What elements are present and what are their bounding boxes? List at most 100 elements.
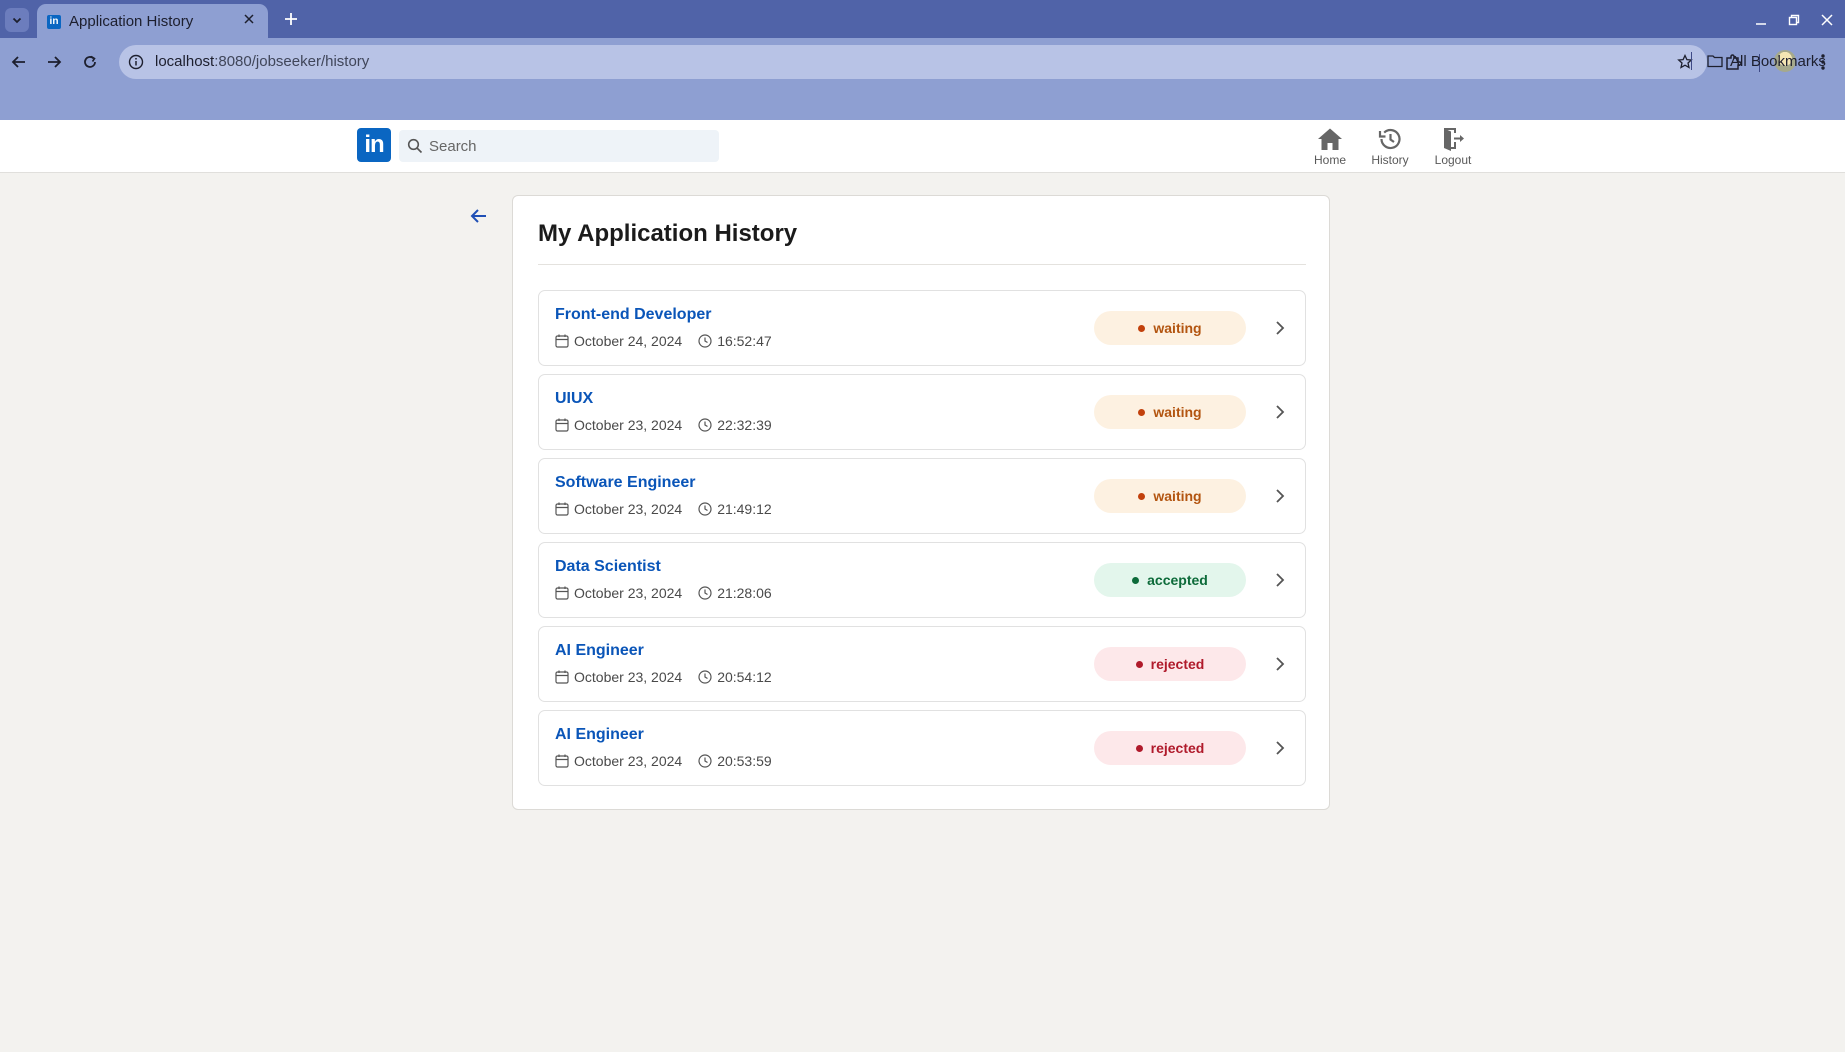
clock-icon — [698, 586, 712, 600]
status-label: rejected — [1150, 656, 1205, 672]
window-close-button[interactable] — [1816, 9, 1838, 31]
application-date: October 23, 2024 — [574, 501, 683, 517]
folder-icon — [1707, 55, 1723, 68]
status-label: waiting — [1153, 404, 1202, 420]
linkedin-favicon-icon: in — [47, 15, 61, 29]
clock-icon — [698, 418, 712, 432]
application-row[interactable]: AI Engineer October 23, 2024 20:54:12 re… — [538, 626, 1306, 702]
application-time: 20:54:12 — [717, 669, 772, 685]
close-icon — [1821, 14, 1833, 26]
window-minimize-button[interactable] — [1750, 9, 1772, 31]
calendar-icon — [555, 754, 569, 768]
url-path: :8080/jobseeker/history — [214, 53, 370, 70]
chevron-right-icon[interactable] — [1269, 485, 1291, 507]
application-time: 21:49:12 — [717, 501, 772, 517]
chevron-right-icon[interactable] — [1269, 401, 1291, 423]
plus-icon — [285, 13, 297, 25]
bookmark-star-button[interactable] — [1675, 52, 1695, 72]
nav-logout[interactable]: Logout — [1423, 125, 1483, 169]
status-badge: rejected — [1094, 731, 1246, 765]
search-input[interactable] — [429, 130, 715, 162]
all-bookmarks-button[interactable]: All Bookmarks — [1707, 50, 1826, 72]
application-time: 16:52:47 — [717, 333, 772, 349]
tab-close-button[interactable] — [240, 10, 258, 28]
application-row[interactable]: Front-end Developer October 24, 2024 16:… — [538, 290, 1306, 366]
chevron-right-icon[interactable] — [1269, 737, 1291, 759]
nav-home[interactable]: Home — [1300, 125, 1360, 169]
application-meta: October 23, 2024 20:53:59 — [555, 753, 772, 769]
application-row[interactable]: UIUX October 23, 2024 22:32:39 waiting — [538, 374, 1306, 450]
clock-icon — [698, 754, 712, 768]
browser-forward-button[interactable] — [41, 49, 67, 75]
application-list: Front-end Developer October 24, 2024 16:… — [538, 290, 1306, 794]
status-dot — [1138, 492, 1146, 500]
chevron-right-icon[interactable] — [1269, 653, 1291, 675]
chevron-down-icon — [12, 17, 22, 24]
calendar-icon — [555, 670, 569, 684]
browser-reload-button[interactable] — [77, 49, 103, 75]
title-divider — [538, 264, 1306, 265]
application-row[interactable]: Data Scientist October 23, 2024 21:28:06… — [538, 542, 1306, 618]
calendar-icon — [555, 418, 569, 432]
application-row[interactable]: Software Engineer October 23, 2024 21:49… — [538, 458, 1306, 534]
clock-icon — [698, 670, 712, 684]
status-label: waiting — [1153, 488, 1202, 504]
browser-tab-active[interactable]: in Application History — [37, 4, 268, 38]
application-row[interactable]: AI Engineer October 23, 2024 20:53:59 re… — [538, 710, 1306, 786]
browser-toolbar: localhost:8080/jobseeker/history — [0, 38, 1845, 120]
address-bar[interactable]: localhost:8080/jobseeker/history — [119, 45, 1707, 79]
status-badge: rejected — [1094, 647, 1246, 681]
reload-icon — [84, 55, 96, 68]
application-date: October 24, 2024 — [574, 333, 683, 349]
status-badge: waiting — [1094, 395, 1246, 429]
job-title[interactable]: AI Engineer — [555, 642, 644, 660]
status-dot — [1135, 744, 1143, 752]
status-dot — [1138, 324, 1146, 332]
status-label: waiting — [1153, 320, 1202, 336]
clock-icon — [698, 334, 712, 348]
job-title[interactable]: UIUX — [555, 390, 593, 408]
status-dot — [1138, 408, 1146, 416]
application-meta: October 23, 2024 22:32:39 — [555, 417, 772, 433]
job-title[interactable]: Front-end Developer — [555, 306, 711, 324]
status-label: accepted — [1147, 572, 1208, 588]
all-bookmarks-label: All Bookmarks — [1730, 52, 1826, 70]
job-title[interactable]: Software Engineer — [555, 474, 695, 492]
tab-search-dropdown[interactable] — [5, 8, 29, 32]
bookmarks-divider — [1691, 52, 1692, 70]
url-host: localhost — [155, 53, 215, 70]
nav-history[interactable]: History — [1360, 125, 1420, 169]
status-dot — [1132, 576, 1140, 584]
minimize-icon — [1756, 23, 1766, 25]
job-title[interactable]: AI Engineer — [555, 726, 644, 744]
application-history-card: My Application History Front-end Develop… — [512, 195, 1330, 810]
nav-history-label: History — [1371, 153, 1409, 167]
chevron-right-icon[interactable] — [1269, 317, 1291, 339]
chevron-right-icon[interactable] — [1269, 569, 1291, 591]
new-tab-button[interactable] — [280, 8, 302, 30]
home-icon — [1316, 125, 1344, 153]
linkedin-logo[interactable]: in — [357, 128, 391, 162]
close-icon — [244, 14, 254, 24]
tab-title: Application History — [69, 13, 194, 30]
application-time: 21:28:06 — [717, 585, 772, 601]
application-date: October 23, 2024 — [574, 669, 683, 685]
application-date: October 23, 2024 — [574, 417, 683, 433]
status-label: rejected — [1150, 740, 1205, 756]
search-icon — [407, 138, 423, 154]
arrow-right-icon — [48, 56, 62, 68]
browser-tab-bar: in Application History — [0, 0, 1845, 38]
job-title[interactable]: Data Scientist — [555, 558, 661, 576]
application-date: October 23, 2024 — [574, 753, 683, 769]
back-button[interactable] — [466, 203, 492, 229]
browser-back-button[interactable] — [6, 49, 32, 75]
logout-icon — [1439, 125, 1467, 153]
nav-home-label: Home — [1313, 153, 1346, 167]
application-meta: October 23, 2024 20:54:12 — [555, 669, 772, 685]
site-info-icon[interactable] — [127, 53, 145, 71]
application-meta: October 24, 2024 16:52:47 — [555, 333, 772, 349]
window-restore-button[interactable] — [1783, 9, 1805, 31]
restore-icon — [1788, 14, 1800, 26]
application-time: 20:53:59 — [717, 753, 772, 769]
arrow-left-icon — [470, 209, 486, 223]
